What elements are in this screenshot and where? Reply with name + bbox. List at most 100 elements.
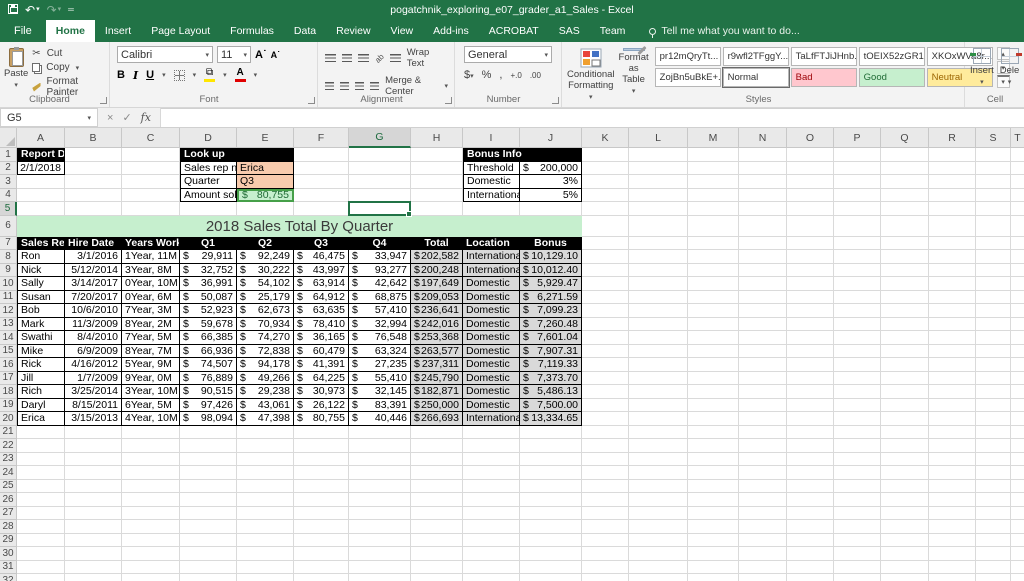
cell-P25[interactable] [834,480,881,494]
cell-J12[interactable]: $7,099.23 [520,304,582,318]
cell-B14[interactable]: 8/4/2010 [65,331,122,345]
cell-T20[interactable] [1011,412,1024,426]
cell-S7[interactable] [976,237,1011,251]
cell-G18[interactable]: $32,145 [349,385,411,399]
increase-decimal-button[interactable]: +.0 [510,71,521,80]
cell-T3[interactable] [1011,175,1024,189]
cell-E24[interactable] [237,466,294,480]
row-header-3[interactable]: 3 [0,175,17,189]
cell-T8[interactable] [1011,250,1024,264]
cell-S27[interactable] [976,507,1011,521]
cell-G24[interactable] [349,466,411,480]
cell-H26[interactable] [411,493,463,507]
cell-C29[interactable] [122,534,180,548]
cell-M25[interactable] [688,480,739,494]
cell-S2[interactable] [976,162,1011,176]
sales-header-hire-date[interactable]: Hire Date [65,237,122,251]
cell-C24[interactable] [122,466,180,480]
cell-J22[interactable] [520,439,582,453]
cell-D14[interactable]: $66,385 [180,331,237,345]
cell-N12[interactable] [739,304,787,318]
currency-format-button[interactable]: $▾ [464,69,474,81]
decrease-decimal-button[interactable]: .00 [530,71,541,80]
cell-S25[interactable] [976,480,1011,494]
cell-G29[interactable] [349,534,411,548]
increase-font-button[interactable]: A˙ [255,49,267,61]
cell-Q18[interactable] [881,385,929,399]
cell-D19[interactable]: $97,426 [180,399,237,413]
cell-F17[interactable]: $64,225 [294,372,349,386]
cell-R10[interactable] [929,277,976,291]
cell-J4[interactable]: 5% [520,189,582,203]
cell-Q32[interactable] [881,574,929,581]
cell-P15[interactable] [834,345,881,359]
cell-K5[interactable] [582,202,629,216]
cell-A26[interactable] [17,493,65,507]
cell-A11[interactable]: Susan [17,291,65,305]
cell-A23[interactable] [17,453,65,467]
cell-H22[interactable] [411,439,463,453]
cell-D30[interactable] [180,547,237,561]
cell-N18[interactable] [739,385,787,399]
cell-K18[interactable] [582,385,629,399]
cell-P6[interactable] [834,216,881,237]
cell-C14[interactable]: 7Year, 5M [122,331,180,345]
cell-F3[interactable] [294,175,349,189]
cell-M17[interactable] [688,372,739,386]
cell-E4[interactable]: $80,755 [237,189,294,203]
cell-F23[interactable] [294,453,349,467]
cell-O3[interactable] [787,175,834,189]
row-header-6[interactable]: 6 [0,216,17,237]
cell-K13[interactable] [582,318,629,332]
cell-J31[interactable] [520,561,582,575]
cell-L28[interactable] [629,520,688,534]
cell-P32[interactable] [834,574,881,581]
cell-N28[interactable] [739,520,787,534]
cell-I10[interactable]: Domestic [463,277,520,291]
cell-G2[interactable] [349,162,411,176]
cell-I11[interactable]: Domestic [463,291,520,305]
cell-D23[interactable] [180,453,237,467]
cell-F21[interactable] [294,426,349,440]
cell-O31[interactable] [787,561,834,575]
cell-E9[interactable]: $30,222 [237,264,294,278]
cell-R25[interactable] [929,480,976,494]
cell-C4[interactable] [122,189,180,203]
cell-M12[interactable] [688,304,739,318]
cell-D3[interactable]: Quarter [180,175,237,189]
cell-F14[interactable]: $36,165 [294,331,349,345]
cell-D11[interactable]: $50,087 [180,291,237,305]
cell-F32[interactable] [294,574,349,581]
cell-Q11[interactable] [881,291,929,305]
cell-I26[interactable] [463,493,520,507]
cell-Q1[interactable] [881,148,929,162]
cell-F5[interactable] [294,202,349,216]
cell-S13[interactable] [976,318,1011,332]
cell-P4[interactable] [834,189,881,203]
cell-P14[interactable] [834,331,881,345]
cell-R18[interactable] [929,385,976,399]
cell-B12[interactable]: 10/6/2010 [65,304,122,318]
tab-team[interactable]: Team [590,20,636,42]
cell-M27[interactable] [688,507,739,521]
cell-H27[interactable] [411,507,463,521]
cell-O18[interactable] [787,385,834,399]
cell-A13[interactable]: Mark [17,318,65,332]
cell-R24[interactable] [929,466,976,480]
cell-L32[interactable] [629,574,688,581]
cell-N2[interactable] [739,162,787,176]
cell-O9[interactable] [787,264,834,278]
cell-S22[interactable] [976,439,1011,453]
cell-N7[interactable] [739,237,787,251]
cell-L4[interactable] [629,189,688,203]
cell-Q16[interactable] [881,358,929,372]
cell-N16[interactable] [739,358,787,372]
cell-R28[interactable] [929,520,976,534]
cell-E12[interactable]: $62,673 [237,304,294,318]
row-header-19[interactable]: 19 [0,399,17,413]
cell-L16[interactable] [629,358,688,372]
cell-P7[interactable] [834,237,881,251]
cell-M14[interactable] [688,331,739,345]
cell-T7[interactable] [1011,237,1024,251]
cell-H5[interactable] [411,202,463,216]
